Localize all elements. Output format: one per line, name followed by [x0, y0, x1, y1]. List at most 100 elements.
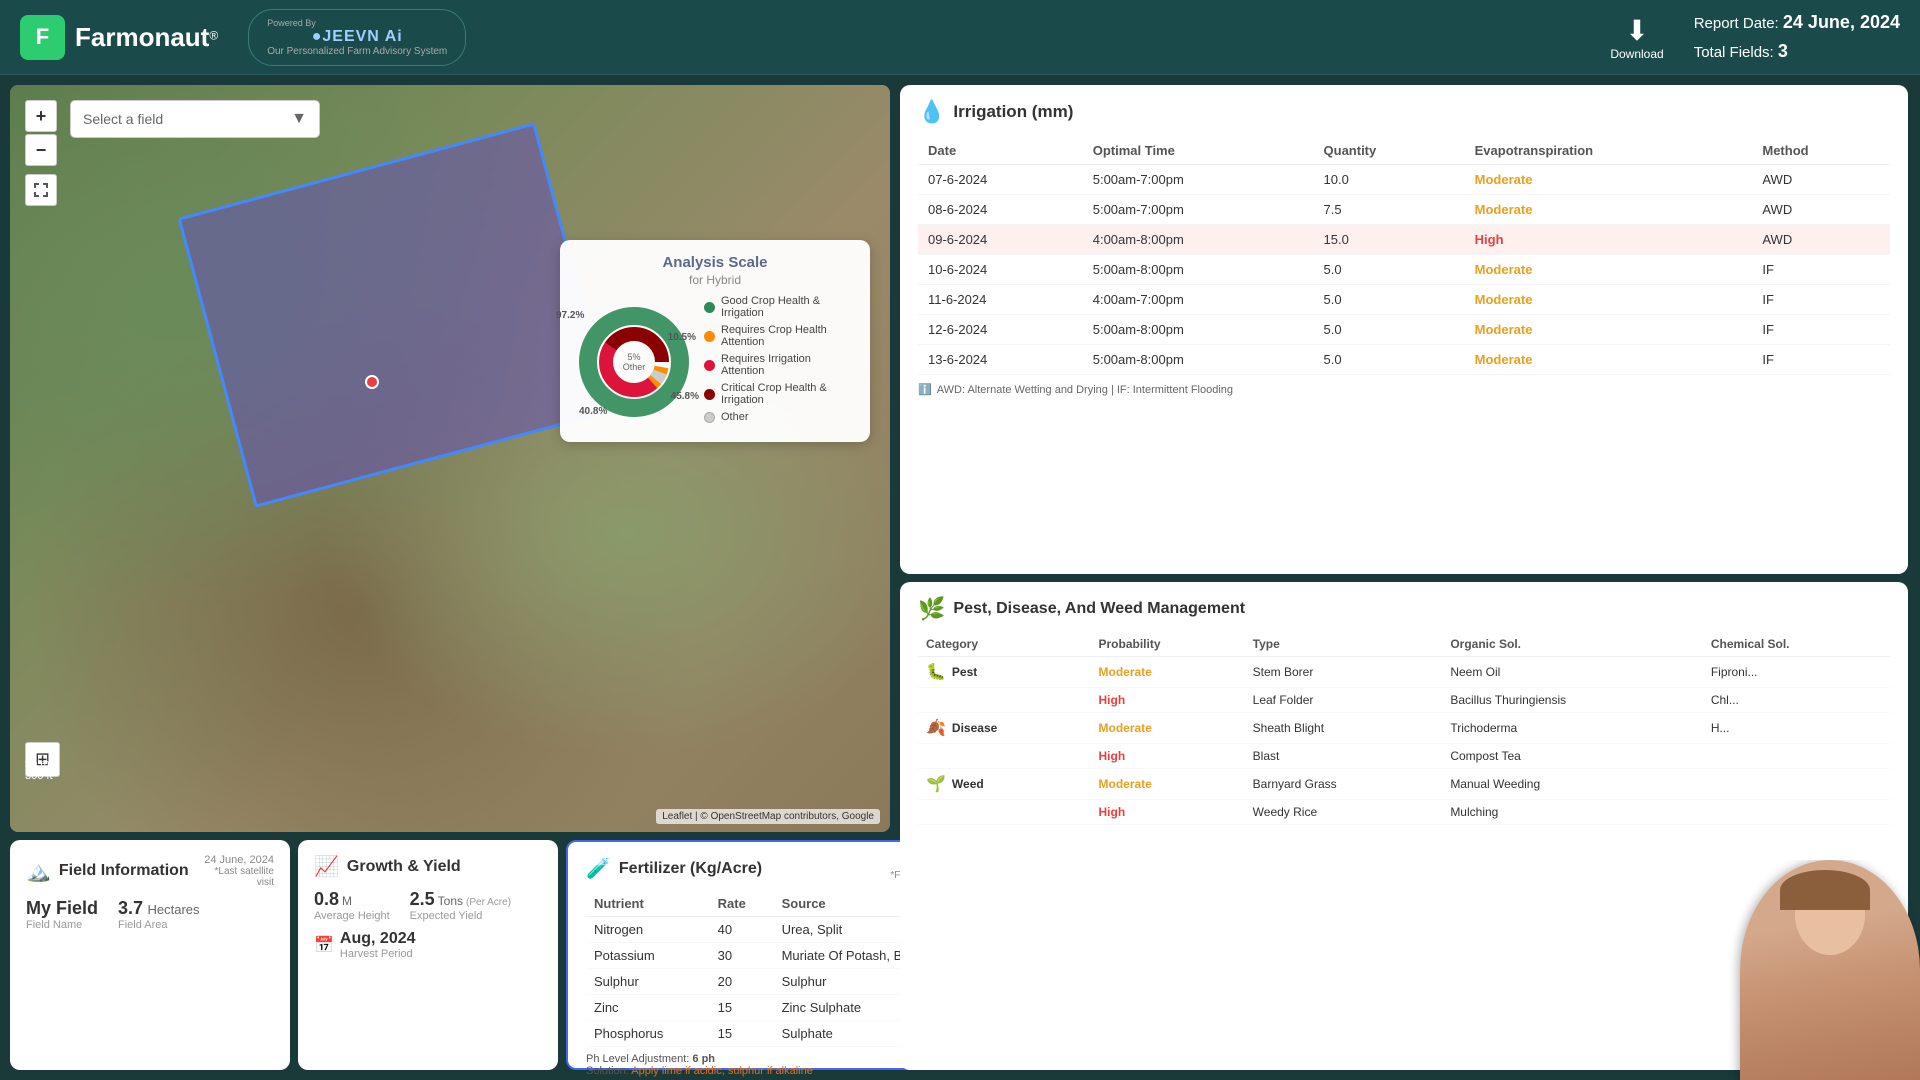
pest-table: Category Probability Type Organic Sol. C…: [918, 632, 1890, 825]
category-icon: 🍂: [926, 718, 946, 738]
irr-method: IF: [1752, 285, 1890, 315]
irrigation-table-body: 07-6-2024 5:00am-7:00pm 10.0 Moderate AW…: [918, 165, 1890, 375]
legend-dot-irr: [704, 360, 715, 371]
irr-qty: 5.0: [1314, 285, 1465, 315]
irr-et: High: [1465, 225, 1753, 255]
category-name: Weed: [952, 777, 984, 791]
logo-reg: ®: [209, 28, 218, 42]
irr-et: Moderate: [1465, 345, 1753, 375]
pest-col-probability: Probability: [1091, 632, 1245, 657]
fertilizer-title: Fertilizer (Kg/Acre): [619, 860, 762, 878]
legend-dot-critical: [704, 389, 715, 400]
irrigation-note-text: AWD: Alternate Wetting and Drying | IF: …: [937, 384, 1233, 396]
field-info-panel: 🏔️ Field Information 24 June, 2024 *Last…: [10, 840, 290, 1070]
irr-qty: 10.0: [1314, 165, 1465, 195]
ph-note-label: Ph Level Adjustment:: [586, 1053, 692, 1065]
category-icon: 🌱: [926, 774, 946, 794]
pest-table-header: Category Probability Type Organic Sol. C…: [918, 632, 1890, 657]
legend-item-irr: Requires Irrigation Attention: [704, 353, 856, 377]
pest-table-row: High Weedy Rice Mulching: [918, 799, 1890, 824]
pest-chemical: Chl...: [1703, 687, 1890, 712]
fert-nutrient: Phosphorus: [586, 1021, 710, 1047]
field-selector[interactable]: Select a field ▼: [70, 100, 320, 138]
pest-chemical: Fiproni...: [1703, 656, 1890, 687]
irrigation-table-row: 13-6-2024 5:00am-8:00pm 5.0 Moderate IF: [918, 345, 1890, 375]
harvest-label: Harvest Period: [340, 948, 416, 960]
yield-unit: Tons: [438, 894, 463, 908]
analysis-scale-subtitle: for Hybrid: [574, 273, 856, 287]
yield-label: Expected Yield: [410, 910, 511, 922]
header-right: ⬇ Download Report Date: 24 June, 2024 To…: [1610, 8, 1900, 66]
pct-good: 97.2%: [556, 310, 584, 321]
irrigation-table-row: 08-6-2024 5:00am-7:00pm 7.5 Moderate AWD: [918, 195, 1890, 225]
field-area-unit: Hectares: [148, 902, 200, 917]
pest-category: 🌱 Weed: [918, 768, 1091, 799]
content-area: + − Select a field: [0, 75, 1920, 1080]
map-marker: [365, 375, 379, 389]
fert-rate: 15: [710, 1021, 774, 1047]
irr-date: 11-6-2024: [918, 285, 1083, 315]
legend-dot-other: [704, 412, 715, 423]
pest-panel: 🌿 Pest, Disease, And Weed Management Cat…: [900, 582, 1908, 1071]
irr-date: 13-6-2024: [918, 345, 1083, 375]
pest-category: [918, 743, 1091, 768]
irr-time: 4:00am-8:00pm: [1083, 225, 1314, 255]
pest-type: Stem Borer: [1245, 656, 1443, 687]
irrigation-panel: 💧 Irrigation (mm) Date Optimal Time Quan…: [900, 85, 1908, 574]
harvest-info: 📅 Aug, 2024 Harvest Period: [314, 930, 542, 960]
field-select-placeholder: Select a field: [83, 111, 163, 127]
pest-header: 🌿 Pest, Disease, And Weed Management: [918, 596, 1890, 622]
farmonaut-logo-icon: F: [20, 15, 65, 60]
right-column: 💧 Irrigation (mm) Date Optimal Time Quan…: [900, 75, 1920, 1080]
pest-organic: Neem Oil: [1442, 656, 1703, 687]
analysis-chart-area: 97.2% 10.5% 45.8% 40.8% 5%Other Good Cro…: [574, 295, 856, 428]
field-info-date: 24 June, 2024 *Last satellite visit: [197, 854, 274, 888]
download-button[interactable]: ⬇ Download: [1610, 14, 1663, 61]
yield-value: 2.5: [410, 889, 435, 910]
pct-crop: 10.5%: [668, 332, 696, 343]
pest-type: Blast: [1245, 743, 1443, 768]
map-container[interactable]: + − Select a field: [10, 85, 890, 832]
fullscreen-button[interactable]: [25, 174, 57, 206]
pest-table-row: 🌱Weed Moderate Barnyard Grass Manual Wee…: [918, 768, 1890, 799]
category-name: Disease: [952, 721, 997, 735]
pest-chemical: [1703, 768, 1890, 799]
pest-col-chemical: Chemical Sol.: [1703, 632, 1890, 657]
pest-table-row: 🐛Pest Moderate Stem Borer Neem Oil Fipro…: [918, 656, 1890, 687]
pest-organic: Manual Weeding: [1442, 768, 1703, 799]
yield-row: 2.5 Tons (Per Acre): [410, 889, 511, 910]
fert-rate: 20: [710, 969, 774, 995]
pest-type: Weedy Rice: [1245, 799, 1443, 824]
irr-date: 07-6-2024: [918, 165, 1083, 195]
report-date-value: 24 June, 2024: [1783, 12, 1900, 32]
pest-chemical: H...: [1703, 712, 1890, 743]
pest-col-organic: Organic Sol.: [1442, 632, 1703, 657]
irr-method: IF: [1752, 315, 1890, 345]
zoom-out-button[interactable]: −: [25, 134, 57, 166]
pest-col-type: Type: [1245, 632, 1443, 657]
pest-table-row: 🍂Disease Moderate Sheath Blight Trichode…: [918, 712, 1890, 743]
analysis-legend: Good Crop Health & Irrigation Requires C…: [704, 295, 856, 428]
legend-item-good: Good Crop Health & Irrigation: [704, 295, 856, 319]
field-area-stat: 3.7 Hectares Field Area: [118, 898, 200, 931]
logo-text-wrapper: Farmonaut®: [75, 22, 218, 53]
jeevn-powered-label: Powered By: [267, 18, 316, 28]
field-area-value: 3.7: [118, 898, 143, 918]
irr-time: 5:00am-8:00pm: [1083, 345, 1314, 375]
scale-meters: 50 m: [25, 758, 53, 770]
fert-nutrient: Zinc: [586, 995, 710, 1021]
irrigation-table-row: 07-6-2024 5:00am-7:00pm 10.0 Moderate AW…: [918, 165, 1890, 195]
pest-probability: High: [1091, 743, 1245, 768]
irr-time: 4:00am-7:00pm: [1083, 285, 1314, 315]
map-scale: 50 m 300 ft: [25, 758, 53, 782]
field-date-val: 24 June, 2024: [197, 854, 274, 866]
irr-time: 5:00am-8:00pm: [1083, 255, 1314, 285]
height-row: 0.8 M: [314, 889, 390, 910]
jeevn-title: ●JEEVN Ai: [312, 28, 403, 46]
legend-dot-crop: [704, 331, 715, 342]
pest-chemical: [1703, 743, 1890, 768]
zoom-in-button[interactable]: +: [25, 100, 57, 132]
fert-rate: 40: [710, 917, 774, 943]
field-name-row: My Field Field Name 3.7 Hectares Field A…: [26, 898, 274, 931]
growth-stats-row: 0.8 M Average Height 2.5 Tons (Per Acre)…: [314, 889, 542, 922]
